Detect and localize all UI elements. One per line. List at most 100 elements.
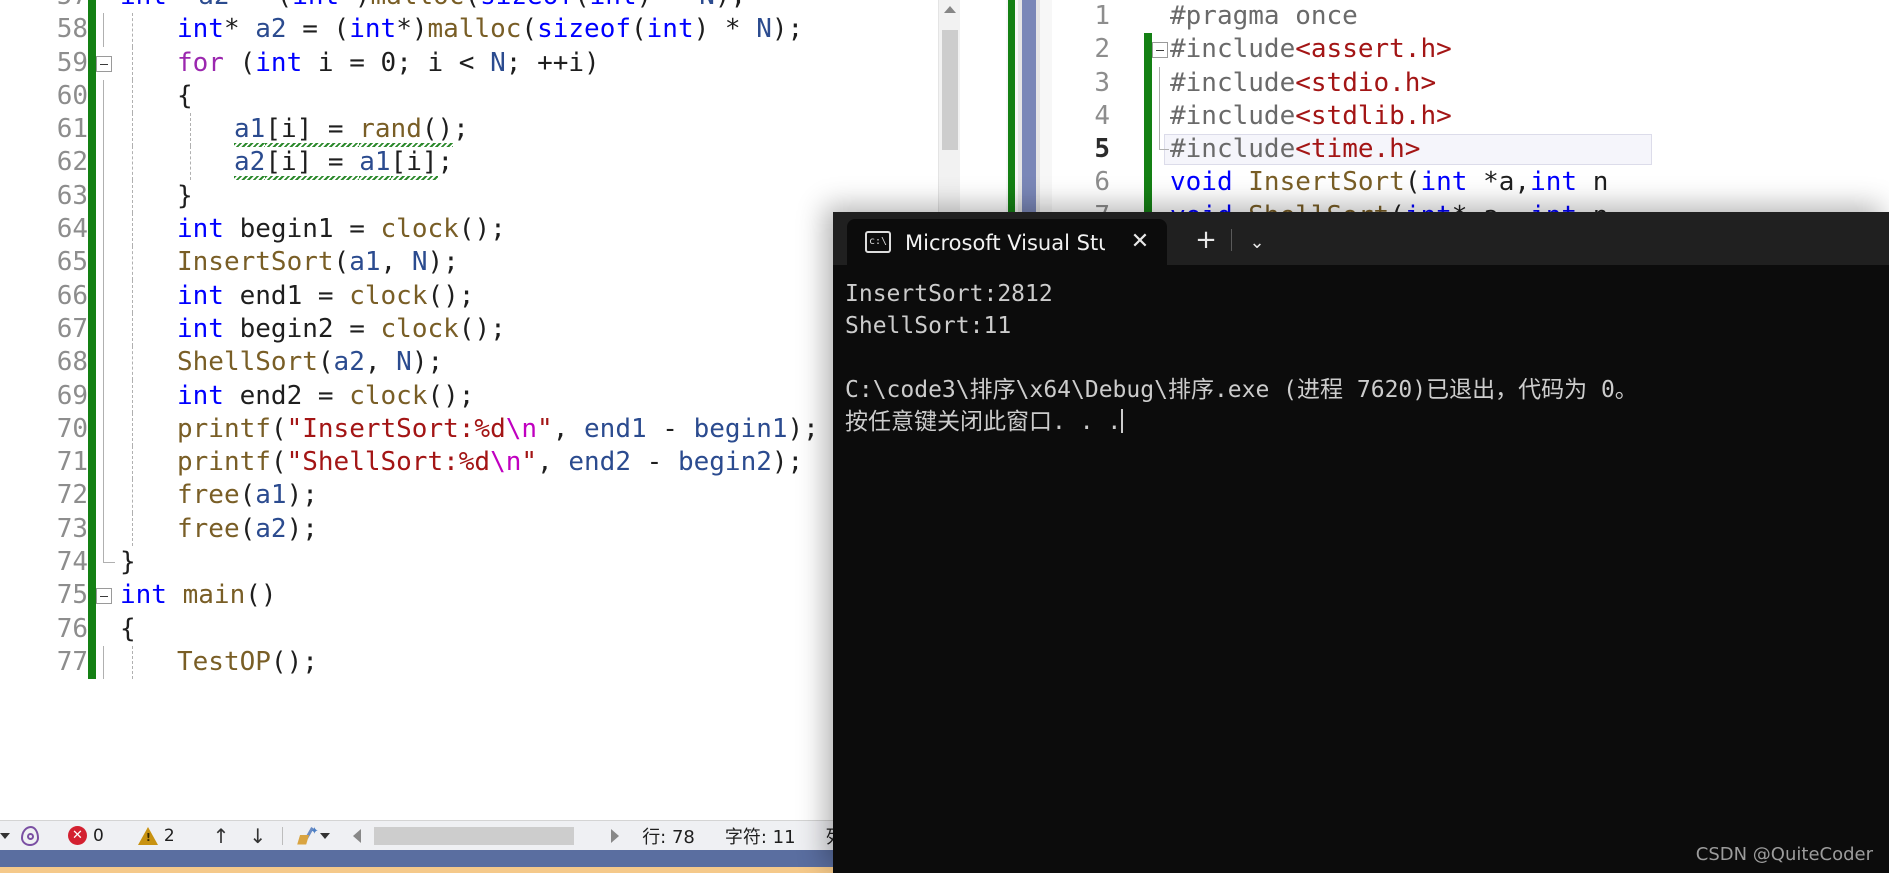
code-text[interactable]: int* a2 = (int*)malloc(sizeof(int) * N); xyxy=(177,13,803,46)
fold-region-line xyxy=(103,479,104,513)
line-number: 71 xyxy=(56,447,88,478)
code-text[interactable]: void InsertSort(int *a,int n xyxy=(1170,166,1608,199)
code-text[interactable]: int end1 = clock(); xyxy=(177,280,474,313)
code-text[interactable]: TestOP(); xyxy=(177,646,318,679)
change-indicator-bar xyxy=(88,379,96,413)
hscroll-right-arrow-icon[interactable] xyxy=(604,828,626,843)
code-token: begin1 = xyxy=(223,214,381,245)
editor-horizontal-scrollbar[interactable] xyxy=(346,825,626,847)
code-text[interactable]: int main() xyxy=(120,579,277,612)
code-text[interactable]: printf("InsertSort:%d\n", end1 - begin1)… xyxy=(177,413,819,446)
next-issue-button[interactable]: ↓ xyxy=(239,824,276,848)
fold-region-line xyxy=(103,412,104,447)
code-token: ( xyxy=(333,247,350,278)
code-token: = ( xyxy=(286,14,350,45)
code-token: end1 = xyxy=(223,280,350,311)
code-text[interactable]: #include<stdio.h> xyxy=(1170,67,1436,100)
line-number: 6 xyxy=(1094,167,1110,198)
fold-collapse-icon[interactable] xyxy=(1152,42,1168,59)
previous-issue-button[interactable]: ↑ xyxy=(203,824,240,848)
error-count-item[interactable]: ✕ 0 xyxy=(62,821,110,851)
indent-guide xyxy=(132,213,133,247)
code-token: int xyxy=(1530,167,1578,198)
code-text[interactable]: free(a1); xyxy=(177,479,318,512)
code-text[interactable]: #include<time.h> xyxy=(1170,133,1420,166)
scroll-up-arrow-icon[interactable] xyxy=(939,0,961,20)
indent-guide xyxy=(132,346,133,380)
fold-region-line xyxy=(103,13,104,47)
vs-bottom-orange-bar xyxy=(0,867,833,873)
intellicode-face-icon[interactable] xyxy=(18,824,42,848)
code-text[interactable]: for (int i = 0; i < N; ++i) xyxy=(177,47,600,80)
console-output-area[interactable]: InsertSort:2812 ShellSort:11 C:\code3\排序\… xyxy=(833,265,1889,873)
code-text[interactable]: int end2 = clock(); xyxy=(177,380,474,413)
code-token: (); xyxy=(270,646,318,677)
code-text[interactable]: int begin1 = clock(); xyxy=(177,213,506,246)
code-token: , xyxy=(380,247,412,278)
code-text[interactable]: #pragma once xyxy=(1170,0,1358,33)
code-token: a1 xyxy=(359,147,391,178)
code-text[interactable]: printf("ShellSort:%d\n", end2 - begin2); xyxy=(177,446,803,479)
code-text[interactable]: a1[i] = rand(); xyxy=(234,113,469,146)
new-tab-icon[interactable]: + xyxy=(1191,227,1221,265)
code-token: begin2 xyxy=(677,447,772,478)
code-line[interactable]: 62 a2[i] = a1[i]; xyxy=(0,146,1006,180)
code-text[interactable]: } xyxy=(120,546,136,579)
code-text[interactable]: int* a2 = (int*)malloc(sizeof(int) * N); xyxy=(120,0,746,13)
code-token: printf xyxy=(177,413,271,444)
hscroll-thumb[interactable] xyxy=(374,826,575,845)
code-line[interactable]: 63} xyxy=(0,179,1006,214)
code-text[interactable]: #include<stdlib.h> xyxy=(1170,100,1452,133)
chevron-down-icon[interactable] xyxy=(320,832,331,839)
code-text[interactable]: free(a2); xyxy=(177,513,318,546)
line-number: 67 xyxy=(56,313,88,344)
debug-console-window[interactable]: Microsoft Visual Studio 调试控 ✕ + ⌄ Insert… xyxy=(833,212,1889,873)
code-text[interactable]: } xyxy=(177,180,193,213)
code-text[interactable]: { xyxy=(177,80,193,113)
code-line[interactable]: 59 for (int i = 0; i < N; ++i) xyxy=(0,46,1006,80)
code-token: int xyxy=(120,580,167,611)
chevron-down-icon[interactable]: ⌄ xyxy=(1242,232,1272,265)
code-token: ( xyxy=(239,513,256,544)
fold-collapse-icon[interactable] xyxy=(96,588,112,605)
code-line[interactable]: 57int* a2 = (int*)malloc(sizeof(int) * N… xyxy=(0,0,1006,14)
code-token: end1 xyxy=(584,413,647,444)
code-token: (); xyxy=(427,380,475,411)
line-number: 1 xyxy=(1094,1,1110,31)
code-line[interactable]: 61 a1[i] = rand(); xyxy=(0,113,1006,147)
line-number: 74 xyxy=(56,547,88,578)
code-token: N xyxy=(756,14,772,45)
code-token: () xyxy=(421,114,454,145)
code-text[interactable]: #include<assert.h> xyxy=(1170,33,1452,66)
line-number: 60 xyxy=(56,80,88,111)
fold-region-line xyxy=(103,246,104,280)
status-overflow-caret-icon[interactable] xyxy=(0,832,10,839)
code-token: [i] xyxy=(390,147,438,178)
code-text[interactable]: a2[i] = a1[i]; xyxy=(234,146,453,179)
code-token: ; ++i) xyxy=(505,47,600,78)
code-text[interactable]: InsertSort(a1, N); xyxy=(177,246,459,279)
code-line[interactable]: 58 int* a2 = (int*)malloc(sizeof(int) * N… xyxy=(0,13,1006,47)
hscroll-left-arrow-icon[interactable] xyxy=(346,828,368,843)
console-title-bar[interactable]: Microsoft Visual Studio 调试控 ✕ + ⌄ xyxy=(833,212,1889,265)
code-text[interactable]: int begin2 = clock(); xyxy=(177,313,506,346)
scrollbar-thumb[interactable] xyxy=(942,30,958,150)
console-tab[interactable]: Microsoft Visual Studio 调试控 ✕ xyxy=(847,219,1167,265)
code-line[interactable]: 60 { xyxy=(0,79,1006,114)
warning-count-item[interactable]: 2 xyxy=(132,821,181,851)
code-token: ); xyxy=(286,513,318,544)
header-scroll-thumb[interactable] xyxy=(1022,0,1036,213)
change-indicator-bar xyxy=(1144,166,1152,200)
indent-guide xyxy=(132,79,133,114)
line-number: 72 xyxy=(56,480,88,511)
hscroll-track[interactable] xyxy=(368,826,604,845)
code-text[interactable]: ShellSort(a2, N); xyxy=(177,346,443,379)
change-indicator-bar xyxy=(88,113,96,147)
fold-collapse-icon[interactable] xyxy=(96,55,112,72)
code-text[interactable]: { xyxy=(120,613,136,646)
code-token: end2 = xyxy=(223,380,350,411)
close-icon[interactable]: ✕ xyxy=(1127,231,1153,253)
code-token: int xyxy=(292,0,339,11)
code-cleanup-button[interactable]: ✦ xyxy=(289,821,336,851)
